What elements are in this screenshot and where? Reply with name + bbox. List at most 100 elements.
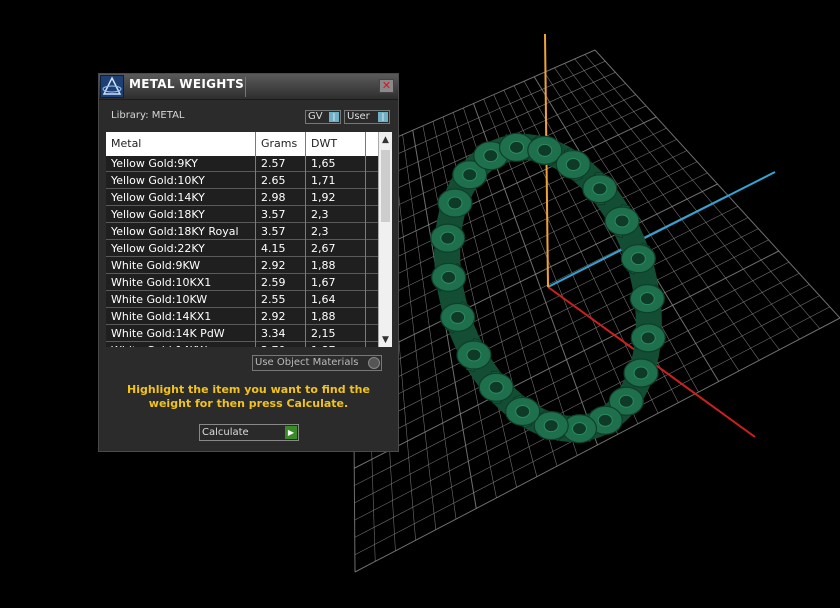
setting-hole [543,419,559,433]
grid-line [353,194,728,383]
setting-hole [515,404,531,418]
grid-line [354,317,840,573]
dwt-cell: 1,65 [311,157,336,170]
title-divider [245,77,246,97]
calculate-label: Calculate [202,427,249,438]
column-header-metal[interactable]: Metal [111,137,141,150]
metal-cell: White Gold:14K PdW [111,327,225,340]
table-row[interactable]: White Gold:9KW 2.92 1,88 [106,258,378,274]
table-row[interactable]: Yellow Gold:22KY 4.15 2,67 [106,241,378,257]
metal-cell: Yellow Gold:10KY [111,174,205,187]
dwt-cell: 1,71 [311,174,336,187]
setting-hole [618,394,634,408]
setting-hole [466,348,482,362]
table-row[interactable]: Yellow Gold:9KY 2.57 1,65 [106,156,378,172]
gv-toggle[interactable]: GV | [305,110,341,124]
scroll-down-icon[interactable]: ▼ [379,335,392,345]
dwt-cell: 1,92 [311,191,336,204]
toggle-indicator-icon: | [329,112,339,122]
setting-hole [450,310,466,324]
column-divider [255,132,256,347]
library-label: Library: METAL [111,110,185,121]
gv-toggle-label: GV [308,111,323,122]
setting-hole [509,140,525,154]
grams-cell: 3.57 [261,208,286,221]
metal-cell: Yellow Gold:14KY [111,191,205,204]
setting-hole [640,331,656,345]
scroll-up-icon[interactable]: ▲ [379,135,392,145]
column-header-grams[interactable]: Grams [261,137,297,150]
setting-hole [483,149,499,163]
setting-hole [565,158,581,172]
table-row[interactable]: Yellow Gold:18KY Royal 3.57 2,3 [106,224,378,240]
grid-line [354,261,790,486]
use-object-materials-label: Use Object Materials [255,357,359,368]
grams-cell: 3.57 [261,225,286,238]
scroll-thumb[interactable] [381,150,390,222]
dwt-cell: 2,67 [311,242,336,255]
table-row[interactable]: White Gold:10KW 2.55 1,64 [106,292,378,308]
metal-cell: Yellow Gold:9KY [111,157,198,170]
stone-setting [430,223,466,253]
setting-hole [488,380,504,394]
setting-hole [592,182,608,196]
toggle-indicator-icon: | [378,112,388,122]
grams-cell: 3.34 [261,327,286,340]
toggle-knob-icon [368,357,380,369]
table-row[interactable]: White Gold:14K PdW 3.34 2,15 [106,326,378,342]
app-logo-icon [100,75,124,98]
calculate-button[interactable]: Calculate ▶ [199,424,299,441]
setting-hole [597,413,613,427]
setting-hole [633,366,649,380]
panel-title: METAL WEIGHTS [129,77,245,91]
grams-cell: 2.98 [261,191,286,204]
y-axis [547,171,776,288]
close-button[interactable]: ✕ [379,79,394,93]
metal-weights-panel: METAL WEIGHTS ✕ Library: METAL GV | User… [98,73,399,452]
setting-hole [537,143,553,157]
column-header-dwt[interactable]: DWT [311,137,337,150]
grid-line [584,54,821,329]
table-row[interactable]: White Gold:10KX1 2.59 1,67 [106,275,378,291]
stone-setting [431,262,467,292]
setting-hole [639,292,655,306]
setting-hole [614,214,630,228]
table-scrollbar[interactable]: ▲ ▼ [378,132,392,347]
setting-hole [441,270,457,284]
grams-cell: 2.57 [261,157,286,170]
dwt-cell: 1,88 [311,259,336,272]
user-toggle[interactable]: User | [344,110,390,124]
metal-cell: White Gold:9KW [111,259,201,272]
column-divider [305,132,306,347]
instruction-text: Highlight the item you want to find the … [127,383,370,410]
dwt-cell: 1,87 [311,344,336,347]
grid-line [564,63,780,350]
metal-cell: Yellow Gold:18KY Royal [111,225,239,238]
use-object-materials-toggle[interactable]: Use Object Materials [252,355,382,371]
metal-cell: White Gold:10KW [111,293,208,306]
stone-setting [629,284,665,314]
setting-hole [630,252,646,266]
grams-cell: 2.70 [261,344,286,347]
dwt-cell: 1,88 [311,310,336,323]
play-arrow-icon: ▶ [285,426,297,439]
stone-setting [623,358,659,388]
table-row[interactable]: Yellow Gold:10KY 2.65 1,71 [106,173,378,189]
dwt-cell: 2,3 [311,208,329,221]
ground-grid [351,49,840,573]
dwt-cell: 1,67 [311,276,336,289]
setting-hole [462,168,478,182]
table-row[interactable]: Yellow Gold:14KY 2.98 1,92 [106,190,378,206]
table-row[interactable]: Yellow Gold:18KY 3.57 2,3 [106,207,378,223]
table-row[interactable]: White Gold:14KW 2.70 1,87 [106,343,378,347]
setting-hole [571,422,587,436]
column-divider [365,132,366,347]
dwt-cell: 2,15 [311,327,336,340]
dwt-cell: 1,64 [311,293,336,306]
table-row[interactable]: White Gold:14KX1 2.92 1,88 [106,309,378,325]
table-header: Metal Grams DWT [106,132,378,156]
stone-setting [437,188,473,218]
grams-cell: 4.15 [261,242,286,255]
panel-titlebar[interactable]: METAL WEIGHTS ✕ [99,74,398,100]
dwt-cell: 2,3 [311,225,329,238]
